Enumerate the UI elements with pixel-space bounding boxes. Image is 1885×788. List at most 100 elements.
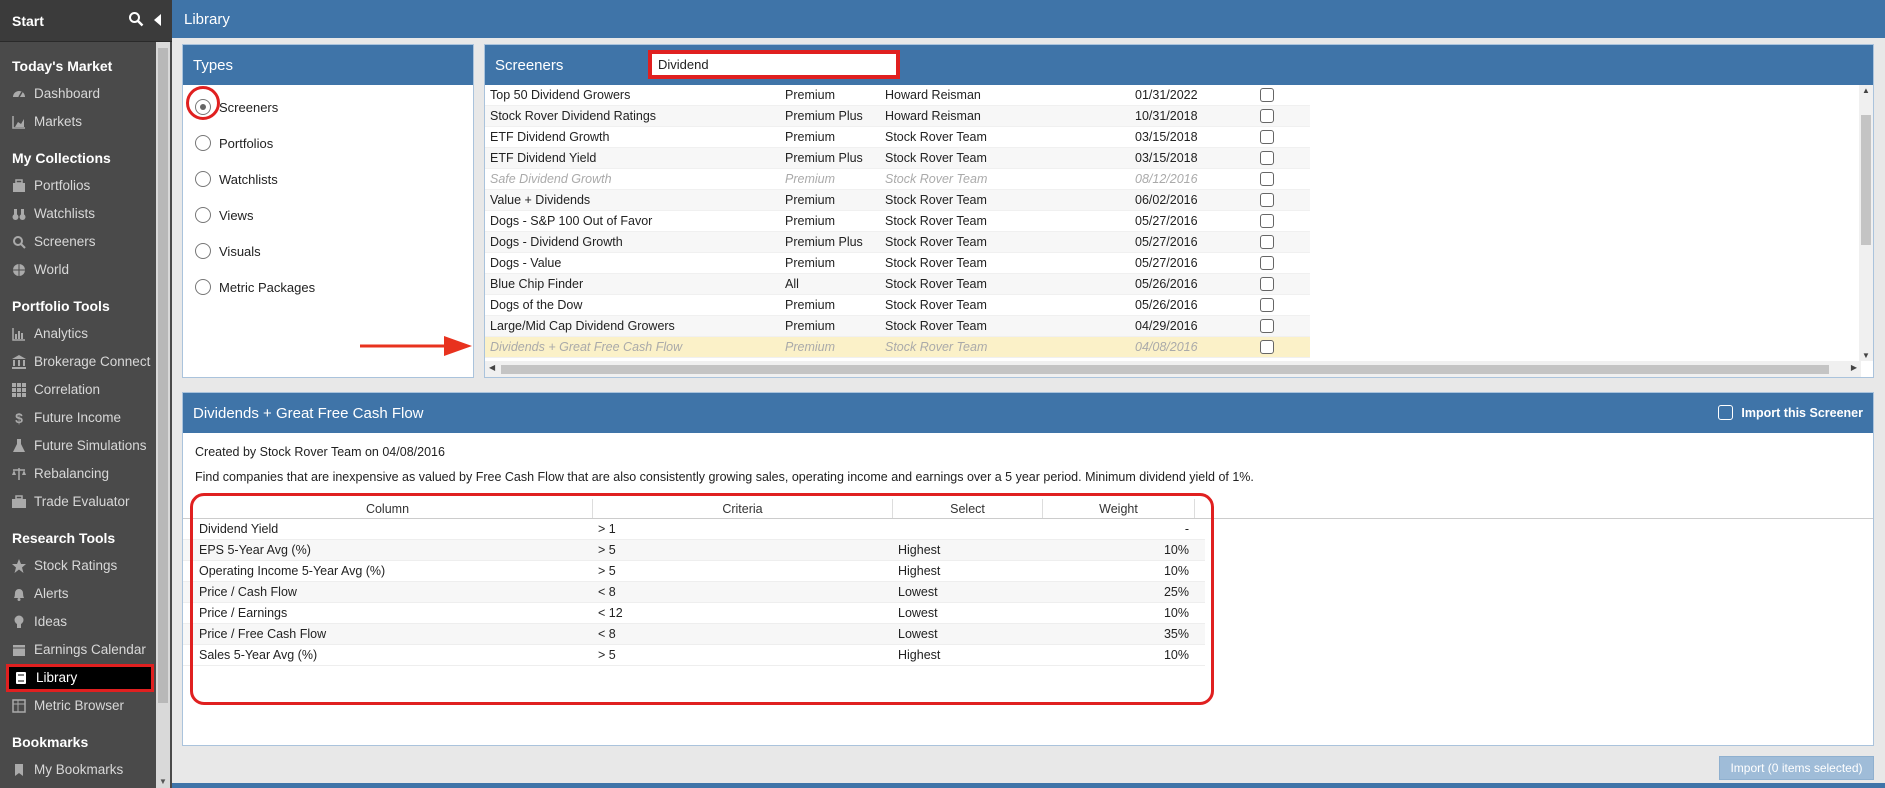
screener-row[interactable]: ETF Dividend Yield Premium Plus Stock Rove… <box>485 148 1310 169</box>
search-icon[interactable] <box>128 11 144 30</box>
screener-row[interactable]: Safe Dividend Growth Premium Stock Rover T… <box>485 169 1310 190</box>
sidebar-item-trade-evaluator[interactable]: Trade Evaluator <box>0 488 156 516</box>
search-icon <box>12 235 26 249</box>
screener-row[interactable]: Stock Rover Dividend Ratings Premium Plus… <box>485 106 1310 127</box>
screener-row[interactable]: Dogs - Value Premium Stock Rover Team 05/27… <box>485 253 1310 274</box>
collapse-left-icon[interactable] <box>154 13 162 29</box>
radio-button[interactable] <box>195 279 211 295</box>
sidebar-item-correlation[interactable]: Correlation <box>0 376 156 404</box>
sidebar-item-label: Ideas <box>34 614 68 629</box>
screener-checkbox[interactable] <box>1260 88 1274 102</box>
sidebar-nav: Today's Market Dashboard Markets My Collect… <box>0 42 156 784</box>
type-option-visuals[interactable]: Visuals <box>183 233 473 269</box>
type-option-portfolios[interactable]: Portfolios <box>183 125 473 161</box>
sidebar-item-metric-browser[interactable]: Metric Browser <box>0 692 156 720</box>
sidebar-item-dashboard[interactable]: Dashboard <box>0 80 156 108</box>
screener-name: ETF Dividend Yield <box>490 151 597 165</box>
sidebar-item-alerts[interactable]: Alerts <box>0 580 156 608</box>
screener-checkbox[interactable] <box>1260 319 1274 333</box>
types-list: Screeners Portfolios Watchlists Views Visual… <box>183 85 473 305</box>
sidebar-item-future-income[interactable]: $ Future Income <box>0 404 156 432</box>
screener-checkbox[interactable] <box>1260 193 1274 207</box>
screener-name: Dogs - S&P 100 Out of Favor <box>490 214 653 228</box>
sidebar-item-label: Future Income <box>34 410 122 425</box>
sidebar-item-world[interactable]: World <box>0 256 156 284</box>
screener-date: 06/02/2016 <box>1135 193 1198 207</box>
screener-select-cell <box>1260 277 1310 291</box>
import-button[interactable]: Import (0 items selected) <box>1719 756 1874 780</box>
screener-row[interactable]: Top 50 Dividend Growers Premium Howard Rei… <box>485 85 1310 106</box>
sidebar-scrollbar[interactable]: ▼ <box>156 42 170 788</box>
screener-row[interactable]: Large/Mid Cap Dividend Growers Premium Sto… <box>485 316 1310 337</box>
type-option-views[interactable]: Views <box>183 197 473 233</box>
start-bar[interactable]: Start <box>0 0 172 42</box>
sidebar-item-screeners[interactable]: Screeners <box>0 228 156 256</box>
type-option-label: Watchlists <box>219 171 278 187</box>
scroll-right-arrow-icon[interactable]: ▶ <box>1851 363 1857 372</box>
screener-row[interactable]: Dogs of the Dow Premium Stock Rover Team 05… <box>485 295 1310 316</box>
sidebar-item-future-simulations[interactable]: Future Simulations <box>0 432 156 460</box>
screener-author: Howard Reisman <box>885 109 981 123</box>
screener-date: 03/15/2018 <box>1135 130 1198 144</box>
sidebar-item-markets[interactable]: Markets <box>0 108 156 136</box>
screener-row[interactable]: Dividends + Great Free Cash Flow Premium S… <box>485 337 1310 358</box>
scroll-left-arrow-icon[interactable]: ◀ <box>489 363 495 372</box>
radio-button[interactable] <box>195 243 211 259</box>
sidebar-item-my-bookmarks[interactable]: My Bookmarks <box>0 756 156 784</box>
screener-date: 05/26/2016 <box>1135 277 1198 291</box>
sidebar-item-earnings-calendar[interactable]: Earnings Calendar <box>0 636 156 664</box>
sidebar-item-brokerage-connect[interactable]: Brokerage Connect <box>0 348 156 376</box>
screener-checkbox[interactable] <box>1260 256 1274 270</box>
created-by-text: Created by Stock Rover Team on 04/08/201… <box>195 445 445 459</box>
screener-row[interactable]: Value + Dividends Premium Stock Rover Team… <box>485 190 1310 211</box>
radio-button[interactable] <box>195 207 211 223</box>
screener-checkbox[interactable] <box>1260 214 1274 228</box>
sidebar-item-portfolios[interactable]: Portfolios <box>0 172 156 200</box>
screener-checkbox[interactable] <box>1260 172 1274 186</box>
sidebar-item-stock-ratings[interactable]: Stock Ratings <box>0 552 156 580</box>
screener-checkbox[interactable] <box>1260 151 1274 165</box>
screener-select-cell <box>1260 256 1310 270</box>
scroll-down-arrow-icon[interactable]: ▼ <box>159 777 167 786</box>
type-option-screeners[interactable]: Screeners <box>183 89 473 125</box>
type-option-metric-packages[interactable]: Metric Packages <box>183 269 473 305</box>
screener-checkbox[interactable] <box>1260 130 1274 144</box>
type-option-watchlists[interactable]: Watchlists <box>183 161 473 197</box>
screener-checkbox[interactable] <box>1260 277 1274 291</box>
sidebar-item-analytics[interactable]: Analytics <box>0 320 156 348</box>
vertical-scroll-thumb[interactable] <box>1861 115 1871 245</box>
sidebar-item-ideas[interactable]: Ideas <box>0 608 156 636</box>
screener-row[interactable]: ETF Dividend Growth Premium Stock Rover Te… <box>485 127 1310 148</box>
table-icon <box>12 699 26 713</box>
horizontal-scroll-thumb[interactable] <box>501 365 1829 374</box>
screener-checkbox[interactable] <box>1260 235 1274 249</box>
screener-checkbox[interactable] <box>1260 340 1274 354</box>
screener-checkbox[interactable] <box>1260 298 1274 312</box>
scroll-down-arrow-icon[interactable]: ▼ <box>1862 351 1870 360</box>
sidebar-item-label: Library <box>36 670 78 685</box>
screener-row[interactable]: Dogs - Dividend Growth Premium Plus Stock … <box>485 232 1310 253</box>
screener-level: Premium <box>785 319 836 333</box>
sidebar-item-rebalancing[interactable]: Rebalancing <box>0 460 156 488</box>
screeners-horizontal-scrollbar[interactable]: ◀ ▶ <box>485 361 1861 377</box>
screener-row[interactable]: Dogs - S&P 100 Out of Favor Premium Stock … <box>485 211 1310 232</box>
radio-button[interactable] <box>195 171 211 187</box>
sidebar-section-title: Bookmarks <box>12 734 89 750</box>
scroll-up-arrow-icon[interactable]: ▲ <box>1862 86 1870 95</box>
screener-row[interactable]: Blue Chip Finder All Stock Rover Team 05/26… <box>485 274 1310 295</box>
screener-level: Premium Plus <box>785 235 863 249</box>
screeners-vertical-scrollbar[interactable]: ▲ ▼ <box>1859 85 1873 361</box>
sidebar-scroll-thumb[interactable] <box>158 48 168 703</box>
screener-checkbox[interactable] <box>1260 109 1274 123</box>
sidebar-item-label: Screeners <box>34 234 96 249</box>
sidebar-item-label: Earnings Calendar <box>34 642 146 657</box>
screener-search-input[interactable] <box>648 50 900 79</box>
radio-button[interactable] <box>195 135 211 151</box>
sidebar-item-library[interactable]: Library <box>6 664 154 692</box>
sidebar-item-watchlists[interactable]: Watchlists <box>0 200 156 228</box>
import-checkbox-box[interactable] <box>1718 405 1734 420</box>
screener-author: Stock Rover Team <box>885 277 987 291</box>
import-screener-checkbox[interactable]: Import this Screener <box>1718 405 1863 420</box>
type-option-label: Metric Packages <box>219 279 316 295</box>
screener-name: Top 50 Dividend Growers <box>490 88 631 102</box>
